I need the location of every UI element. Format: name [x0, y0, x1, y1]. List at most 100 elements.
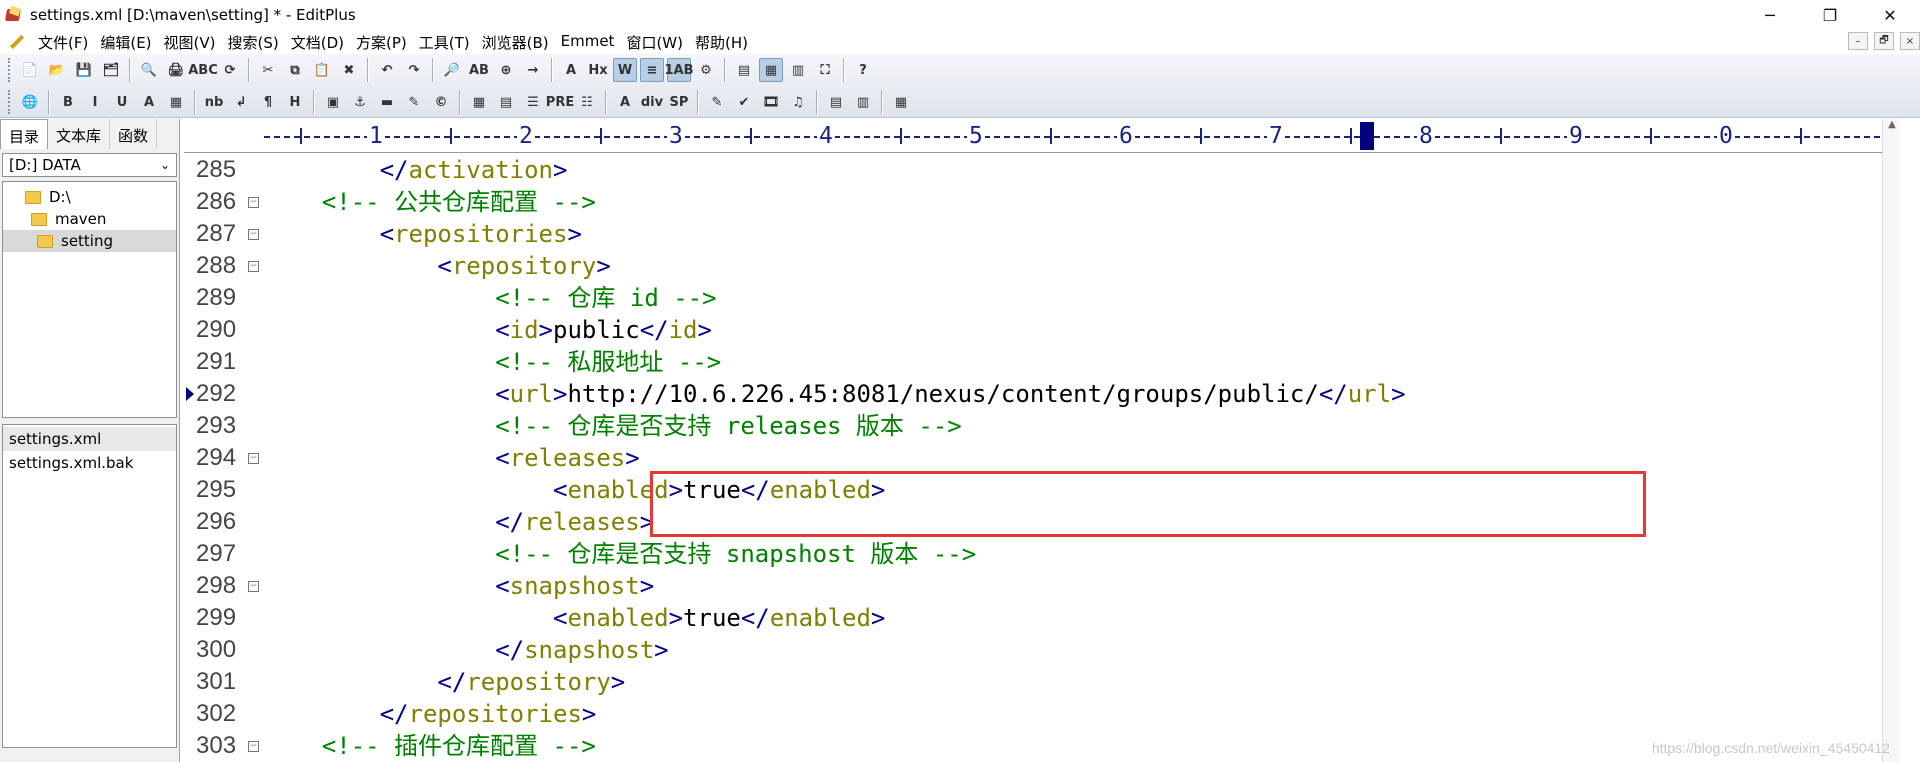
- italic-icon[interactable]: I: [83, 90, 107, 114]
- hex-icon[interactable]: Hx: [586, 58, 610, 82]
- code-line[interactable]: <id>public</id>: [264, 314, 1900, 346]
- menu-item[interactable]: 文档(D): [285, 32, 350, 53]
- paragraph-icon[interactable]: ¶: [256, 90, 280, 114]
- code-line[interactable]: <!-- 仓库是否支持 releases 版本 -->: [264, 410, 1900, 442]
- tree-item[interactable]: setting: [3, 230, 176, 252]
- code-line[interactable]: </repository>: [264, 666, 1900, 698]
- underline-icon[interactable]: U: [110, 90, 134, 114]
- doc-restore-button[interactable]: 🗗: [1874, 32, 1894, 50]
- fold-toggle-icon[interactable]: −: [248, 229, 259, 240]
- table-icon[interactable]: ▦: [467, 90, 491, 114]
- menu-item[interactable]: 浏览器(B): [476, 32, 555, 53]
- undo-icon[interactable]: ↶: [375, 58, 399, 82]
- fold-toggle-icon[interactable]: −: [248, 197, 259, 208]
- fullscreen-icon[interactable]: ⛶: [813, 58, 837, 82]
- bold-icon[interactable]: B: [56, 90, 80, 114]
- paste-icon[interactable]: 📋: [310, 58, 334, 82]
- tab-0[interactable]: 目录: [0, 119, 49, 149]
- print-preview-icon[interactable]: 🔍: [137, 58, 161, 82]
- line-break-icon[interactable]: ↲: [229, 90, 253, 114]
- font-icon[interactable]: A: [559, 58, 583, 82]
- form-icon[interactable]: ▤: [494, 90, 518, 114]
- heading-icon[interactable]: H: [283, 90, 307, 114]
- pre-icon[interactable]: PRE: [546, 90, 574, 114]
- panel2-icon[interactable]: ▥: [851, 90, 875, 114]
- minimize-button[interactable]: ─: [1740, 0, 1800, 30]
- find-icon[interactable]: 🔎: [440, 58, 464, 82]
- drive-select[interactable]: [D:] DATA ⌄: [2, 153, 177, 177]
- menu-item[interactable]: Emmet: [555, 32, 621, 53]
- fold-toggle-icon[interactable]: −: [248, 581, 259, 592]
- tab-2[interactable]: 函数: [110, 119, 158, 149]
- comment-icon[interactable]: ✎: [402, 90, 426, 114]
- code-line[interactable]: </repositories>: [264, 698, 1900, 730]
- code-line[interactable]: <enabled>true</enabled>: [264, 602, 1900, 634]
- vertical-scrollbar[interactable]: ▲: [1882, 119, 1900, 762]
- menu-item[interactable]: 搜索(S): [222, 32, 285, 53]
- close-button[interactable]: ✕: [1860, 0, 1920, 30]
- replace-icon[interactable]: AB: [467, 58, 491, 82]
- output-window-icon[interactable]: ▦: [759, 58, 783, 82]
- file-list-item[interactable]: settings.xml.bak: [3, 451, 176, 475]
- image-icon[interactable]: ▣: [321, 90, 345, 114]
- cut-icon[interactable]: ✂: [256, 58, 280, 82]
- directory-window-icon[interactable]: ▤: [732, 58, 756, 82]
- ruler-icon[interactable]: 1AB: [665, 58, 694, 82]
- code-line[interactable]: <releases>: [264, 442, 1900, 474]
- menu-item[interactable]: 帮助(H): [689, 32, 754, 53]
- new-file-icon[interactable]: 📄: [18, 58, 42, 82]
- music-icon[interactable]: ♫: [786, 90, 810, 114]
- code-line[interactable]: <!-- 仓库是否支持 snapshost 版本 -->: [264, 538, 1900, 570]
- code-line[interactable]: </snapshost>: [264, 634, 1900, 666]
- media-icon[interactable]: 🎞: [759, 90, 783, 114]
- tree-item[interactable]: maven: [3, 208, 176, 230]
- hr-icon[interactable]: ▬: [375, 90, 399, 114]
- save-icon[interactable]: 💾: [72, 58, 96, 82]
- code-line[interactable]: <!-- 私服地址 -->: [264, 346, 1900, 378]
- code-area[interactable]: </activation> <!-- 公共仓库配置 --> <repositor…: [264, 154, 1900, 762]
- cliptext-icon[interactable]: ▥: [786, 58, 810, 82]
- code-line[interactable]: <!-- 仓库 id -->: [264, 282, 1900, 314]
- redo-icon[interactable]: ↷: [402, 58, 426, 82]
- doc-close-button[interactable]: ×: [1900, 32, 1920, 50]
- restore-button[interactable]: ❐: [1800, 0, 1860, 30]
- delete-icon[interactable]: ✖: [337, 58, 361, 82]
- font-color-icon[interactable]: A: [137, 90, 161, 114]
- save-all-icon[interactable]: 🗂: [99, 58, 123, 82]
- code-line[interactable]: <snapshost>: [264, 570, 1900, 602]
- edit-icon[interactable]: ✎: [705, 90, 729, 114]
- code-line[interactable]: <repository>: [264, 250, 1900, 282]
- toolbar-grip[interactable]: [8, 90, 12, 114]
- tab-1[interactable]: 文本库: [48, 119, 111, 149]
- goto-icon[interactable]: →: [521, 58, 545, 82]
- text-area-icon[interactable]: A: [613, 90, 637, 114]
- fold-toggle-icon[interactable]: −: [248, 261, 259, 272]
- fold-toggle-icon[interactable]: −: [248, 741, 259, 752]
- scroll-up-icon[interactable]: ▲: [1883, 119, 1901, 137]
- menu-item[interactable]: 工具(T): [413, 32, 476, 53]
- color-grid-icon[interactable]: ▦: [889, 90, 913, 114]
- word-wrap-icon[interactable]: W: [613, 58, 637, 82]
- code-line[interactable]: </activation>: [264, 154, 1900, 186]
- list-icon[interactable]: ☷: [575, 90, 599, 114]
- copyright-icon[interactable]: ©: [429, 90, 453, 114]
- anchor-icon[interactable]: ⚓: [348, 90, 372, 114]
- browser-icon[interactable]: 🌐: [18, 90, 42, 114]
- print-icon[interactable]: 🖨: [164, 58, 188, 82]
- panel-icon[interactable]: ▤: [824, 90, 848, 114]
- menu-item[interactable]: 文件(F): [32, 32, 94, 53]
- span-icon[interactable]: SP: [667, 90, 691, 114]
- toolbar-grip[interactable]: [8, 58, 12, 82]
- center-icon[interactable]: ☰: [521, 90, 545, 114]
- code-line[interactable]: <url>http://10.6.226.45:8081/nexus/conte…: [264, 378, 1900, 410]
- code-line[interactable]: <repositories>: [264, 218, 1900, 250]
- find-in-files-icon[interactable]: ⊕: [494, 58, 518, 82]
- refresh-icon[interactable]: ⟳: [218, 58, 242, 82]
- menu-item[interactable]: 视图(V): [158, 32, 222, 53]
- doc-minimize-button[interactable]: –: [1848, 32, 1868, 50]
- nbsp-icon[interactable]: nb: [202, 90, 226, 114]
- menu-item[interactable]: 窗口(W): [620, 32, 689, 53]
- tree-item[interactable]: D:\: [3, 186, 176, 208]
- menu-item[interactable]: 方案(P): [350, 32, 413, 53]
- color-picker-icon[interactable]: ▦: [164, 90, 188, 114]
